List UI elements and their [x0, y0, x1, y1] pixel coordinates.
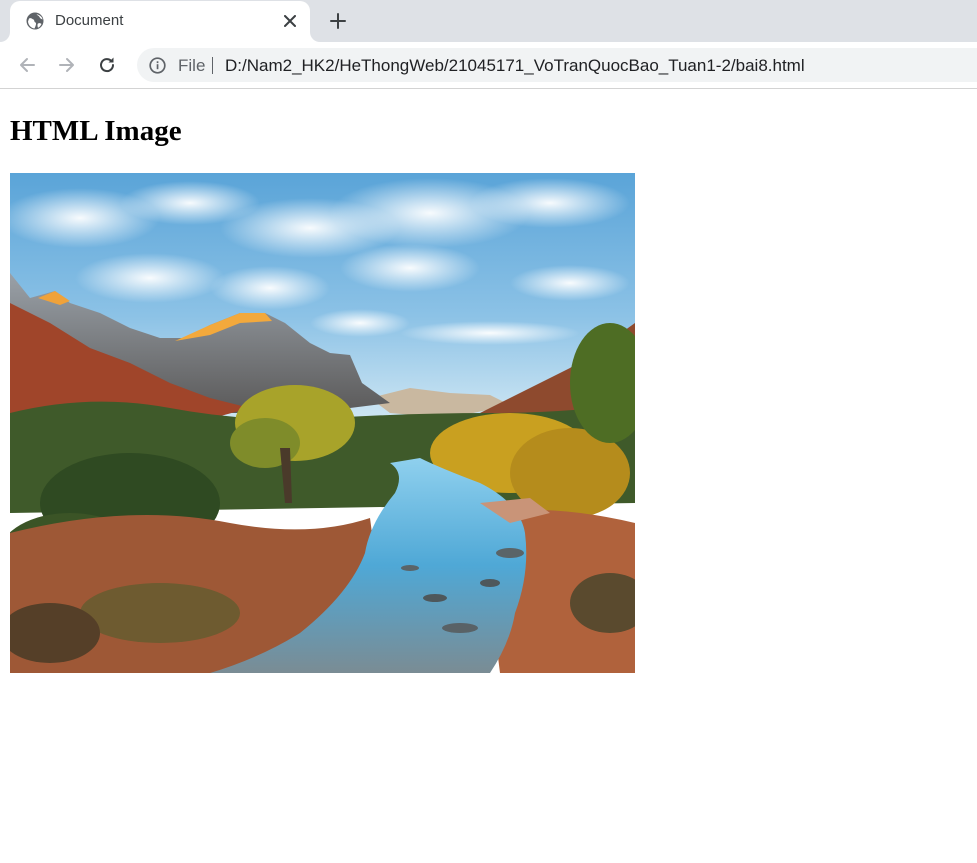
landscape-image — [10, 173, 635, 673]
arrow-left-icon[interactable] — [14, 52, 40, 78]
browser-toolbar: File D:/Nam2_HK2/HeThongWeb/21045171_VoT… — [0, 42, 977, 89]
tab-title: Document — [55, 12, 124, 29]
globe-icon — [26, 12, 44, 30]
plus-icon[interactable] — [326, 9, 350, 33]
scheme-label: File — [178, 56, 206, 75]
arrow-right-icon[interactable] — [54, 52, 80, 78]
tab-document[interactable]: Document — [10, 1, 310, 42]
address-bar[interactable]: File D:/Nam2_HK2/HeThongWeb/21045171_VoT… — [137, 48, 977, 82]
tab-strip: Document — [0, 0, 977, 42]
url-text[interactable]: D:/Nam2_HK2/HeThongWeb/21045171_VoTranQu… — [225, 56, 805, 76]
divider — [212, 57, 213, 74]
reload-icon[interactable] — [94, 52, 120, 78]
info-icon[interactable] — [149, 57, 166, 74]
page-heading: HTML Image — [10, 115, 182, 147]
close-icon[interactable] — [280, 11, 300, 31]
